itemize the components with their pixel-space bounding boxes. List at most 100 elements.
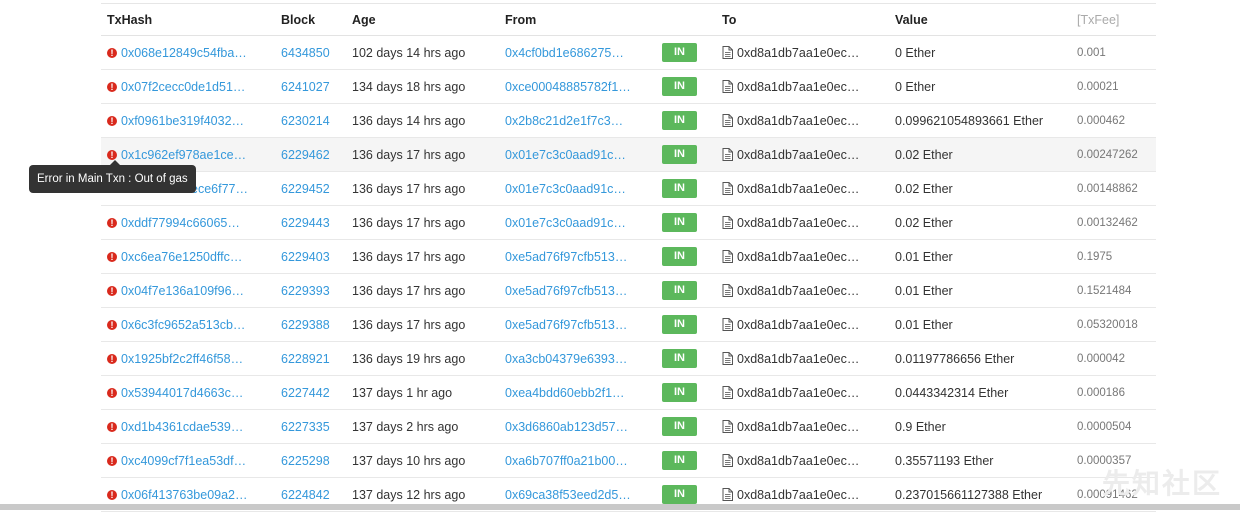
block-cell: 6228921 — [281, 342, 330, 375]
txhash-cell: ! 0x1925bf2c2ff46f58… — [107, 342, 243, 375]
age-cell: 137 days 10 hrs ago — [352, 453, 466, 468]
from-address-link[interactable]: 0x01e7c3c0aad91c… — [505, 216, 626, 230]
to-address: 0xd8a1db7aa1e0ec… — [737, 113, 860, 128]
block-link[interactable]: 6229443 — [281, 216, 330, 230]
age-cell: 136 days 17 hrs ago — [352, 283, 466, 298]
from-cell: 0x3d6860ab123d57… — [505, 410, 628, 443]
to-address: 0xd8a1db7aa1e0ec… — [737, 79, 860, 94]
to-address: 0xd8a1db7aa1e0ec… — [737, 181, 860, 196]
to-cell: 0xd8a1db7aa1e0ec… — [722, 138, 859, 171]
direction-cell: IN — [662, 342, 697, 375]
exclamation-circle-icon[interactable]: ! — [107, 149, 117, 160]
txhash-cell: ! 0xddf77994c66065… — [107, 206, 240, 239]
to-address: 0xd8a1db7aa1e0ec… — [737, 45, 860, 60]
txhash-link[interactable]: 0x07f2cecc0de1d51… — [121, 80, 245, 94]
exclamation-circle-icon[interactable]: ! — [107, 319, 117, 330]
document-icon — [722, 420, 733, 433]
exclamation-circle-icon[interactable]: ! — [107, 387, 117, 398]
block-link[interactable]: 6229388 — [281, 318, 330, 332]
direction-cell: IN — [662, 410, 697, 443]
block-link[interactable]: 6230214 — [281, 114, 330, 128]
txhash-cell: ! 0x53944017d4663c… — [107, 376, 243, 409]
block-link[interactable]: 6229462 — [281, 148, 330, 162]
block-link[interactable]: 6224842 — [281, 488, 330, 502]
txfee-cell: 0.00247262 — [1077, 148, 1138, 161]
txhash-link[interactable]: 0x1925bf2c2ff46f58… — [121, 352, 243, 366]
exclamation-circle-icon[interactable]: ! — [107, 217, 117, 228]
txhash-link[interactable]: 0xc6ea76e1250dffc… — [121, 250, 242, 264]
column-txfee[interactable]: [TxFee] — [1077, 4, 1119, 35]
table-row: ! 0xf0961be319f4032… 6230214 136 days 14 hr… — [101, 104, 1156, 138]
exclamation-circle-icon[interactable]: ! — [107, 353, 117, 364]
direction-cell: IN — [662, 104, 697, 137]
from-address-link[interactable]: 0xea4bdd60ebb2f1… — [505, 386, 625, 400]
block-link[interactable]: 6434850 — [281, 46, 330, 60]
txhash-link[interactable]: 0x068e12849c54fba… — [121, 46, 247, 60]
txhash-link[interactable]: 0xc4099cf7f1ea53df… — [121, 454, 246, 468]
block-link[interactable]: 6228921 — [281, 352, 330, 366]
txhash-link[interactable]: 0x06f413763be09a2… — [121, 488, 248, 502]
document-icon — [722, 182, 733, 195]
from-address-link[interactable]: 0x2b8c21d2e1f7c3… — [505, 114, 623, 128]
txhash-link[interactable]: 0x04f7e136a109f96… — [121, 284, 244, 298]
from-address-link[interactable]: 0x01e7c3c0aad91c… — [505, 182, 626, 196]
txfee-cell: 0.00021 — [1077, 80, 1119, 93]
block-link[interactable]: 6225298 — [281, 454, 330, 468]
block-link[interactable]: 6229452 — [281, 182, 330, 196]
exclamation-circle-icon[interactable]: ! — [107, 455, 117, 466]
column-value: Value — [895, 12, 928, 27]
from-address-link[interactable]: 0xce00048885782f1… — [505, 80, 631, 94]
exclamation-circle-icon[interactable]: ! — [107, 115, 117, 126]
txhash-link[interactable]: ece6f77… — [191, 182, 248, 196]
from-address-link[interactable]: 0xe5ad76f97cfb513… — [505, 284, 627, 298]
txhash-link[interactable]: 0xf0961be319f4032… — [121, 114, 244, 128]
from-address-link[interactable]: 0xa3cb04379e6393… — [505, 352, 627, 366]
block-cell: 6225298 — [281, 444, 330, 477]
exclamation-circle-icon[interactable]: ! — [107, 81, 117, 92]
txhash-link[interactable]: 0x6c3fc9652a513cb… — [121, 318, 245, 332]
block-link[interactable]: 6229393 — [281, 284, 330, 298]
from-address-link[interactable]: 0x3d6860ab123d57… — [505, 420, 628, 434]
to-cell: 0xd8a1db7aa1e0ec… — [722, 342, 859, 375]
txhash-link[interactable]: 0x1c962ef978ae1ce… — [121, 148, 246, 162]
to-cell: 0xd8a1db7aa1e0ec… — [722, 206, 859, 239]
in-badge: IN — [662, 213, 697, 232]
to-cell: 0xd8a1db7aa1e0ec… — [722, 104, 859, 137]
from-address-link[interactable]: 0xe5ad76f97cfb513… — [505, 250, 627, 264]
table-row: ! 0x1c962ef978ae1ce… 6229462 136 days 17 hr… — [101, 138, 1156, 172]
txfee-cell: 0.00148862 — [1077, 182, 1138, 195]
exclamation-circle-icon[interactable]: ! — [107, 47, 117, 58]
from-cell: 0xce00048885782f1… — [505, 70, 631, 103]
direction-cell: IN — [662, 36, 697, 69]
from-address-link[interactable]: 0x4cf0bd1e686275… — [505, 46, 624, 60]
from-address-link[interactable]: 0x01e7c3c0aad91c… — [505, 148, 626, 162]
block-link[interactable]: 6241027 — [281, 80, 330, 94]
block-cell: 6230214 — [281, 104, 330, 137]
block-link[interactable]: 6229403 — [281, 250, 330, 264]
txfee-cell: 0.05320018 — [1077, 318, 1138, 331]
table-row: ! 0x04f7e136a109f96… 6229393 136 days 17 hr… — [101, 274, 1156, 308]
exclamation-circle-icon[interactable]: ! — [107, 285, 117, 296]
exclamation-circle-icon[interactable]: ! — [107, 489, 117, 500]
block-link[interactable]: 6227335 — [281, 420, 330, 434]
to-cell: 0xd8a1db7aa1e0ec… — [722, 308, 859, 341]
txhash-link[interactable]: 0xddf77994c66065… — [121, 216, 240, 230]
to-cell: 0xd8a1db7aa1e0ec… — [722, 444, 859, 477]
txhash-link[interactable]: 0x53944017d4663c… — [121, 386, 243, 400]
from-address-link[interactable]: 0x69ca38f53eed2d5… — [505, 488, 631, 502]
block-link[interactable]: 6227442 — [281, 386, 330, 400]
value-cell: 0.02 Ether — [895, 147, 953, 162]
from-address-link[interactable]: 0xa6b707ff0a21b00… — [505, 454, 628, 468]
exclamation-circle-icon[interactable]: ! — [107, 251, 117, 262]
in-badge: IN — [662, 315, 697, 334]
value-cell: 0.01 Ether — [895, 283, 953, 298]
horizontal-scrollbar[interactable] — [0, 504, 1240, 510]
to-cell: 0xd8a1db7aa1e0ec… — [722, 70, 859, 103]
column-age: Age — [352, 12, 376, 27]
age-cell: 102 days 14 hrs ago — [352, 45, 466, 60]
from-address-link[interactable]: 0xe5ad76f97cfb513… — [505, 318, 627, 332]
direction-cell: IN — [662, 376, 697, 409]
txhash-link[interactable]: 0xd1b4361cdae539… — [121, 420, 243, 434]
to-address: 0xd8a1db7aa1e0ec… — [737, 147, 860, 162]
exclamation-circle-icon[interactable]: ! — [107, 421, 117, 432]
